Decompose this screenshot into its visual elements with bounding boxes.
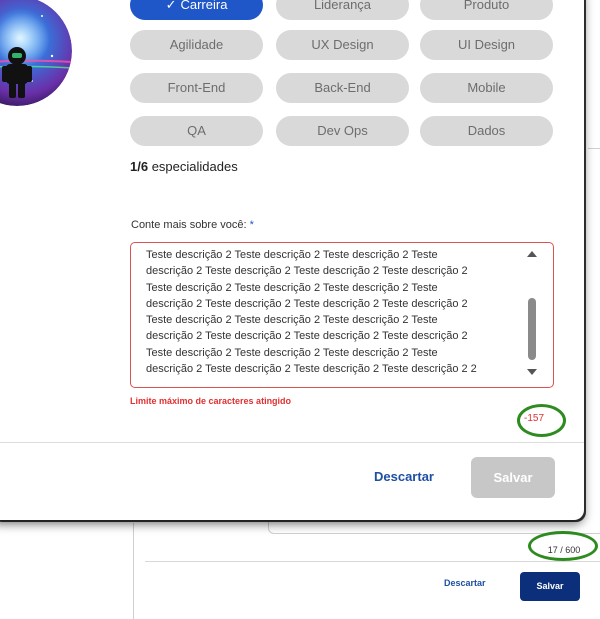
background-divider-top	[588, 148, 600, 149]
specialty-count-suffix: especialidades	[148, 159, 238, 174]
background-discard-button[interactable]: Descartar	[444, 578, 486, 588]
scroll-up-arrow-icon[interactable]	[527, 251, 537, 257]
background-footer-divider	[145, 561, 600, 562]
specialty-chip-produto[interactable]: Produto	[420, 0, 553, 20]
specialty-chip-dados[interactable]: Dados	[420, 116, 553, 146]
about-label-text: Conte mais sobre você:	[131, 219, 247, 231]
discard-button[interactable]: Descartar	[374, 469, 434, 484]
specialty-chip-ui-design[interactable]: UI Design	[420, 30, 553, 60]
specialty-count: 1/6 especialidades	[130, 159, 238, 174]
background-save-button[interactable]: Salvar	[520, 572, 580, 601]
specialty-chip-qa[interactable]: QA	[130, 116, 263, 146]
annotation-ring-small	[528, 531, 598, 561]
required-asterisk: *	[246, 219, 254, 231]
avatar	[0, 0, 72, 106]
specialty-count-value: 1/6	[130, 159, 149, 174]
specialty-chip-ux-design[interactable]: UX Design	[276, 30, 409, 60]
specialty-chip-lideranca[interactable]: Liderança	[276, 0, 409, 20]
textarea-scrollbar-thumb[interactable]	[528, 298, 536, 360]
edit-profile-modal: ✓ Carreira Liderança Produto Agilidade UX…	[0, 0, 584, 520]
screen: 17 / 600 Descartar Salvar ✓ Carreira Lid…	[0, 0, 600, 619]
specialty-chip-dev-ops[interactable]: Dev Ops	[276, 116, 409, 146]
annotation-ring-large	[517, 404, 566, 437]
char-limit-error: Limite máximo de caracteres atingido	[130, 396, 292, 406]
specialty-chip-mobile[interactable]: Mobile	[420, 73, 553, 103]
about-label: Conte mais sobre você: *	[131, 219, 254, 231]
scroll-down-arrow-icon[interactable]	[527, 369, 537, 375]
save-button[interactable]: Salvar	[471, 457, 555, 498]
specialty-chip-back-end[interactable]: Back-End	[276, 73, 409, 103]
about-textarea-value[interactable]: Teste descrição 2 Teste descrição 2 Test…	[146, 247, 526, 377]
check-icon: ✓	[165, 0, 177, 12]
about-textarea[interactable]: Teste descrição 2 Teste descrição 2 Test…	[130, 242, 554, 388]
specialty-chip-agilidade[interactable]: Agilidade	[130, 30, 263, 60]
modal-footer-divider	[0, 442, 584, 443]
background-divider	[133, 523, 134, 619]
specialty-chip-front-end[interactable]: Front-End	[130, 73, 263, 103]
astronaut-avatar-image	[0, 0, 72, 106]
specialty-chip-carreira[interactable]: ✓ Carreira	[130, 0, 263, 20]
